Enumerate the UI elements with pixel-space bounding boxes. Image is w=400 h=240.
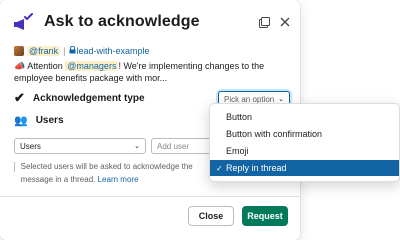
close-icon[interactable] (280, 17, 290, 27)
modal-header: Ask to acknowledge (12, 8, 290, 36)
ack-type-label: Acknowledgement type (32, 92, 145, 104)
ack-type-dropdown: Button Button with confirmation Emoji ✓ … (209, 103, 400, 182)
option-label: Button (226, 112, 253, 122)
checkmark-icon: ✓ (216, 163, 223, 173)
preview-mention[interactable]: @managers (65, 61, 119, 71)
message-preview: 📣 Attention @managers! We're implementin… (14, 60, 294, 84)
option-label: Button with confirmation (226, 129, 323, 139)
megaphone-icon: 📣 (14, 61, 26, 71)
users-type-select[interactable]: Users ⌄ (14, 138, 146, 154)
users-label: Users (35, 115, 64, 126)
option-reply-in-thread[interactable]: ✓ Reply in thread (210, 160, 399, 176)
chevron-down-icon: ⌄ (134, 143, 140, 150)
check-icon: ✔ (14, 90, 25, 105)
lock-icon (69, 45, 76, 56)
footer-divider (0, 196, 300, 197)
megaphone-check-icon (12, 13, 34, 31)
ack-type-row: ✔ Acknowledgement type (14, 90, 145, 106)
modal-title: Ask to acknowledge (44, 13, 200, 30)
users-select-value: Users (20, 141, 41, 151)
meta-separator: | (63, 46, 66, 56)
users-icon: 👥 (14, 115, 28, 127)
hint-divider (14, 162, 15, 172)
message-meta: @frank | lead-with-example (14, 45, 150, 56)
channel-link[interactable]: lead-with-example (69, 45, 150, 56)
channel-name: lead-with-example (76, 46, 150, 56)
users-row: 👥 Users (14, 114, 64, 127)
option-emoji[interactable]: Emoji (210, 143, 399, 159)
request-button[interactable]: Request (242, 206, 288, 226)
chevron-down-icon: ⌄ (278, 96, 284, 103)
option-button[interactable]: Button (210, 109, 399, 125)
option-label: Reply in thread (226, 163, 287, 173)
users-hint: Selected users will be asked to acknowle… (14, 160, 214, 186)
popout-icon[interactable] (259, 16, 270, 28)
option-button-with-confirmation[interactable]: Button with confirmation (210, 126, 399, 142)
preview-prefix: Attention (27, 61, 63, 71)
author-mention[interactable]: @frank (27, 46, 61, 56)
option-label: Emoji (226, 146, 249, 156)
learn-more-link[interactable]: Learn more (98, 175, 139, 184)
close-button[interactable]: Close (188, 206, 234, 226)
avatar (14, 46, 24, 56)
